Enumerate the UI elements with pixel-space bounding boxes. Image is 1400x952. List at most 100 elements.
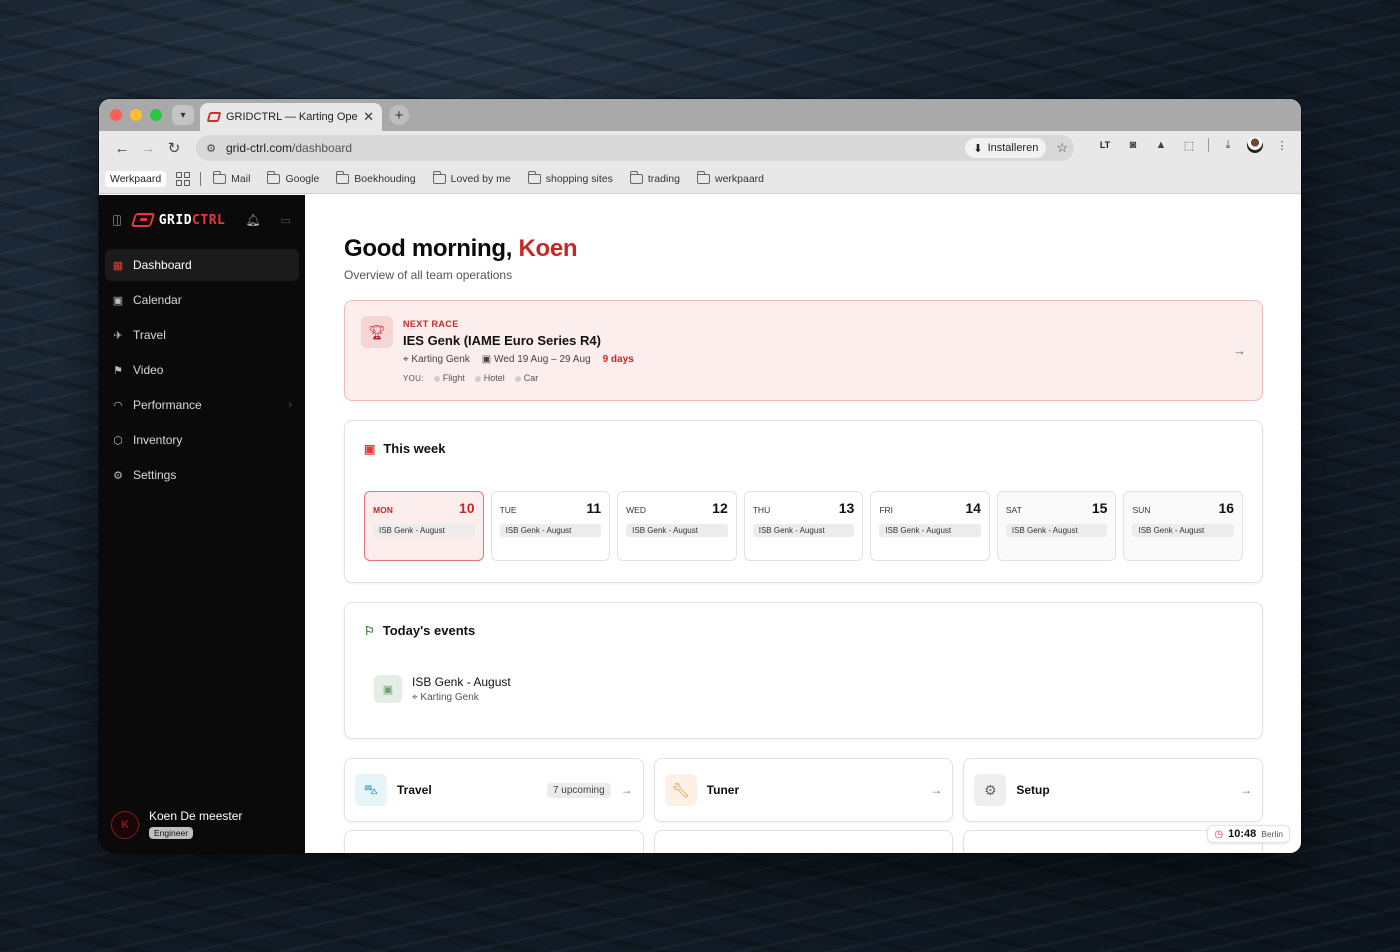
close-window-button[interactable] xyxy=(110,109,122,121)
main-content: Good morning, Koen Overview of all team … xyxy=(305,195,1301,853)
next-race-card[interactable]: 🏆︎ NEXT RACE IES Genk (IAME Euro Series … xyxy=(344,300,1263,401)
install-app-button[interactable]: ⬇ Installeren xyxy=(965,138,1047,158)
tab-search-button[interactable]: ▾ xyxy=(172,105,194,125)
day-name: MON xyxy=(373,505,393,515)
day-event[interactable]: ISB Genk - August xyxy=(626,524,728,537)
sidebar-item-dashboard[interactable]: ▦ Dashboard xyxy=(105,249,299,281)
user-name: Koen De meester xyxy=(149,809,243,823)
day-event[interactable]: ISB Genk - August xyxy=(1132,524,1235,537)
day-cell-sat[interactable]: SAT 15 ISB Genk - August xyxy=(996,491,1117,561)
logo-text-grid: GRID xyxy=(158,212,193,228)
bookmark-label: Loved by me xyxy=(450,173,511,185)
sidebar-toggle-icon[interactable] xyxy=(113,214,121,226)
apps-grid-icon[interactable] xyxy=(176,172,191,186)
sidebar-item-video[interactable]: ⚑ Video xyxy=(105,354,299,386)
arrow-right-icon[interactable]: → xyxy=(1233,343,1246,358)
quick-link-setup[interactable]: ⚙ Setup → xyxy=(963,758,1264,822)
event-item[interactable]: ▣ ISB Genk - August ⌖ Karting Genk xyxy=(374,675,1243,703)
url-text[interactable]: grid-ctrl.com/dashboard xyxy=(226,141,965,155)
sidebar-item-travel[interactable]: ✈ Travel xyxy=(105,319,299,351)
forward-icon[interactable]: → xyxy=(135,135,161,161)
bookmark-label: shopping sites xyxy=(545,173,613,185)
sidebar-item-inventory[interactable]: ⬡ Inventory xyxy=(105,424,299,456)
profile-avatar[interactable] xyxy=(1247,137,1263,153)
bookmark-star-icon[interactable]: ☆ xyxy=(1056,140,1068,156)
bookmark-folder-loved[interactable]: Loved by me xyxy=(432,171,511,185)
site-settings-icon[interactable]: ⚙ xyxy=(204,141,218,155)
quick-link-card[interactable] xyxy=(344,830,644,853)
day-name: SAT xyxy=(1005,505,1022,515)
car-status: Car xyxy=(514,373,539,383)
gridctrl-logo[interactable]: GRIDCTRL xyxy=(130,212,226,228)
calendar-icon: ▣ xyxy=(112,294,124,307)
window-controls xyxy=(110,109,162,121)
folder-icon xyxy=(696,171,710,184)
car-label: Car xyxy=(523,373,539,383)
gear-icon: ⚙ xyxy=(113,469,123,482)
new-tab-button[interactable]: + xyxy=(389,105,409,125)
bookmark-folder-google[interactable]: Google xyxy=(267,171,319,185)
box-icon: ⬡ xyxy=(113,434,123,447)
day-event[interactable]: ISB Genk - August xyxy=(1005,524,1108,537)
bookmark-folder-mail[interactable]: Mail xyxy=(213,171,250,185)
bookmark-divider xyxy=(200,172,202,186)
bookmark-profile[interactable]: Werkpaard xyxy=(105,171,167,187)
browser-menu-icon[interactable]: ⋮ xyxy=(1273,136,1291,154)
bookmark-folder-werkpaard[interactable]: werkpaard xyxy=(696,171,764,185)
sidebar-item-label: Dashboard xyxy=(133,258,192,272)
languagetool-extension-icon[interactable]: LT xyxy=(1096,136,1114,154)
clock-widget: ◷ 10:48 Berlin xyxy=(1207,825,1290,843)
day-cell-sun[interactable]: SUN 16 ISB Genk - August xyxy=(1123,491,1244,561)
status-dot xyxy=(474,375,481,382)
sidebar-item-performance[interactable]: ◠ Performance › xyxy=(105,389,299,421)
quick-link-travel[interactable]: ⛍ Travel 7 upcoming → xyxy=(344,758,644,822)
bookmark-folder-trading[interactable]: trading xyxy=(629,171,680,185)
downloads-icon[interactable]: ⤓ xyxy=(1219,136,1237,154)
day-number: 12 xyxy=(712,500,728,516)
plane-icon: ✈ xyxy=(113,329,123,342)
close-tab-icon[interactable]: ✕ xyxy=(363,109,374,125)
sidebar-item-label: Settings xyxy=(133,468,177,482)
day-name: WED xyxy=(626,505,646,515)
day-event[interactable]: ISB Genk - August xyxy=(752,524,855,537)
quick-link-card[interactable] xyxy=(653,830,954,853)
this-week-title: This week xyxy=(383,441,446,456)
day-cell-wed[interactable]: WED 12 ISB Genk - August xyxy=(617,491,737,561)
folder-icon xyxy=(432,171,446,184)
day-event[interactable]: ISB Genk - August xyxy=(879,524,981,537)
puzzle-extensions-icon[interactable]: ⬚ xyxy=(1180,136,1198,154)
drive-extension-icon[interactable]: ▲ xyxy=(1152,136,1170,154)
sidebar: GRIDCTRL 🔔︎ ▭ ▦ Dashboard ▣ Calendar ✈ Trav… xyxy=(99,195,305,853)
camera-extension-icon[interactable]: ◙ xyxy=(1124,136,1142,154)
day-cell-fri[interactable]: FRI 14 ISB Genk - August xyxy=(870,491,990,561)
sidebar-item-settings[interactable]: ⚙ Settings xyxy=(105,459,299,491)
browser-toolbar: ← → ↻ ⚙ grid-ctrl.com/dashboard ⬇ Install… xyxy=(99,131,1301,165)
day-number: 11 xyxy=(586,500,602,516)
clock-icon: ◷ xyxy=(1214,828,1224,840)
browser-tab[interactable]: GRIDCTRL — Karting Operatio ✕ xyxy=(200,103,382,131)
day-cell-thu[interactable]: THU 13 ISB Genk - August xyxy=(743,491,864,561)
user-profile[interactable]: K Koen De meester Engineer xyxy=(111,809,242,841)
reload-icon[interactable]: ↻ xyxy=(161,135,187,161)
day-cell-mon[interactable]: MON 10 ISB Genk - August xyxy=(364,491,484,561)
back-icon[interactable]: ← xyxy=(109,135,135,161)
bell-icon[interactable]: 🔔︎ xyxy=(245,213,260,227)
bookmark-folder-shopping[interactable]: shopping sites xyxy=(527,171,613,185)
maximize-window-button[interactable] xyxy=(150,109,162,121)
gauge-icon: ◠ xyxy=(113,399,123,412)
day-event[interactable]: ISB Genk - August xyxy=(373,524,475,537)
day-cell-tue[interactable]: TUE 11 ISB Genk - August xyxy=(490,491,611,561)
bookmark-folder-boekhouding[interactable]: Boekhouding xyxy=(336,171,416,185)
briefcase-icon[interactable]: ▭ xyxy=(281,214,291,227)
grid-icon: ▦ xyxy=(112,259,124,272)
day-event[interactable]: ISB Genk - August xyxy=(499,524,602,537)
quick-link-tuner[interactable]: 🔧︎ Tuner → xyxy=(653,758,954,822)
minimize-window-button[interactable] xyxy=(130,109,142,121)
event-location: ⌖ Karting Genk xyxy=(412,692,511,703)
avatar: K xyxy=(111,811,139,839)
address-bar[interactable]: ⚙ grid-ctrl.com/dashboard ⬇ Installeren ☆ xyxy=(196,135,1074,161)
quick-links: ⛍ Travel 7 upcoming → 🔧︎ Tuner → ⚙ Setup… xyxy=(344,758,1264,822)
install-label: Installeren xyxy=(987,142,1039,154)
sidebar-item-calendar[interactable]: ▣ Calendar xyxy=(105,284,299,316)
race-countdown: 9 days xyxy=(602,354,634,365)
